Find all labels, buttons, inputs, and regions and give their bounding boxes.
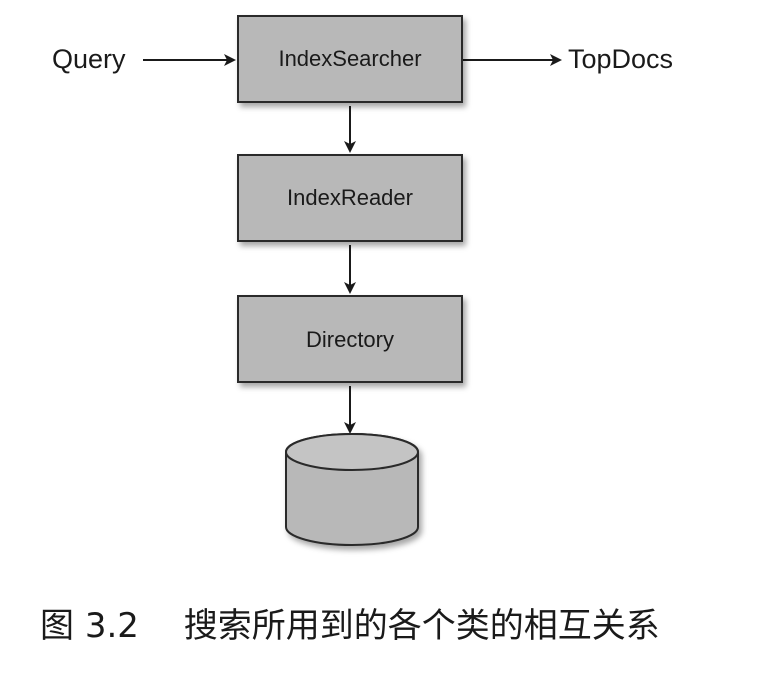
caption-prefix: 图 — [40, 606, 74, 646]
cylinder-icon — [285, 433, 419, 546]
index-searcher-label: IndexSearcher — [278, 46, 421, 71]
directory-node: Directory — [237, 295, 463, 383]
directory-label: Directory — [306, 327, 394, 352]
topdocs-label: TopDocs — [568, 44, 673, 74]
index-reader-label: IndexReader — [287, 185, 413, 210]
index-reader-node: IndexReader — [237, 154, 463, 242]
caption-number: 3.2 — [84, 606, 139, 646]
caption-text: 搜索所用到的各个类的相互关系 — [183, 606, 660, 646]
figure-caption: 图 3.2 搜索所用到的各个类的相互关系 — [40, 598, 660, 647]
architecture-diagram: Query TopDocs IndexSearcher IndexReader … — [52, 15, 673, 546]
index-searcher-node: IndexSearcher — [237, 15, 463, 103]
query-label: Query — [52, 44, 126, 74]
